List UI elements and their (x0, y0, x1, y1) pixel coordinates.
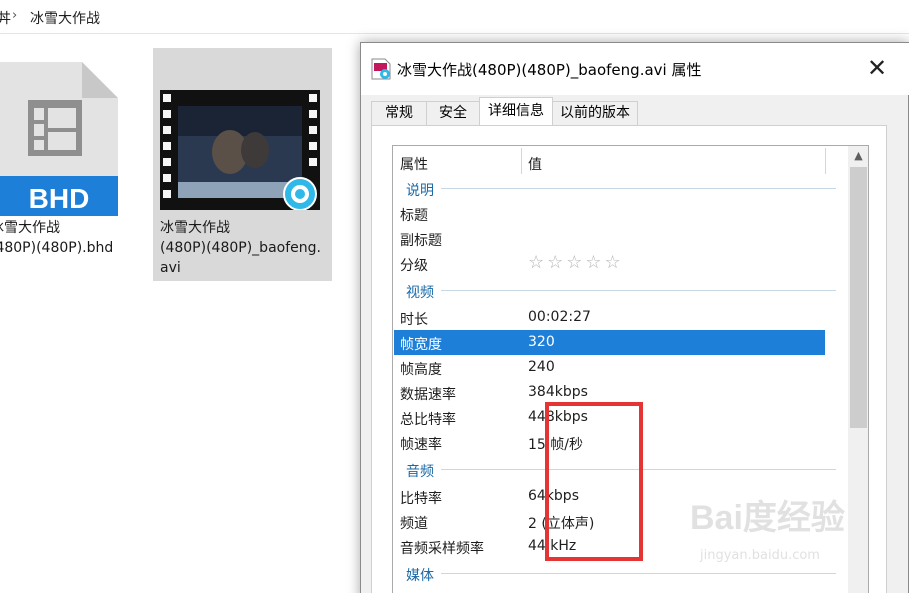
section-title-audio: 音频 (406, 464, 434, 480)
row-label: 音频采样频率 (400, 541, 484, 557)
row-value: 00:02:27 (528, 309, 591, 325)
tab-strip: 常规 安全 详细信息 以前的版本 (361, 95, 909, 126)
row-label: 帧速率 (400, 437, 442, 453)
baidu-watermark: Bai度经验 jingyan.baidu.com (690, 490, 900, 580)
row-label: 频道 (400, 516, 428, 532)
row-frame-width[interactable]: 帧宽度 320 (394, 330, 825, 355)
row-title[interactable]: 标题 (394, 201, 825, 226)
row-label: 帧高度 (400, 362, 442, 378)
breadcrumb-previous[interactable]: 丼 (0, 8, 11, 28)
bhd-file-icon: BHD (0, 62, 118, 216)
star-rating-icon[interactable]: ☆☆☆☆☆ (528, 252, 624, 273)
annotation-highlight-box (545, 402, 643, 561)
column-header-value[interactable]: 值 (528, 154, 542, 174)
watermark-logo: Bai度经验 (690, 499, 845, 537)
breadcrumb-current-folder[interactable]: 冰雪大作战 (30, 8, 100, 28)
tab-security[interactable]: 安全 (426, 101, 480, 125)
column-divider[interactable] (521, 148, 522, 174)
close-button[interactable]: ✕ (857, 53, 897, 85)
scroll-thumb[interactable] (850, 167, 867, 428)
row-label: 标题 (400, 208, 428, 224)
tab-previous-versions[interactable]: 以前的版本 (552, 101, 638, 125)
video-file-icon (371, 58, 391, 80)
row-label: 总比特率 (400, 412, 456, 428)
row-value: 240 (528, 359, 555, 375)
row-value: 320 (528, 334, 555, 350)
tab-details[interactable]: 详细信息 (479, 97, 553, 126)
row-label: 比特率 (400, 491, 442, 507)
file-name: 冰雪大作战 (480P)(480P).bhd (0, 220, 114, 256)
dialog-titlebar[interactable]: 冰雪大作战(480P)(480P)_baofeng.avi 属性 ✕ (361, 43, 909, 95)
row-label: 分级 (400, 258, 428, 274)
row-label: 帧宽度 (400, 337, 442, 353)
tab-general[interactable]: 常规 (371, 101, 427, 125)
row-duration[interactable]: 时长 00:02:27 (394, 305, 825, 330)
section-title-video: 视频 (406, 285, 434, 301)
file-item-bhd[interactable]: BHD 冰雪大作战 (480P)(480P).bhd (0, 48, 130, 268)
chevron-right-icon[interactable]: › (12, 8, 17, 23)
scroll-up-icon[interactable]: ▲ (848, 146, 868, 166)
section-divider (441, 188, 836, 189)
column-divider[interactable] (825, 148, 826, 174)
list-header: 属性 值 (393, 146, 848, 176)
bhd-icon-label: BHD (29, 183, 90, 214)
row-label: 副标题 (400, 233, 442, 249)
row-value: 384kbps (528, 384, 588, 400)
section-title-description: 说明 (406, 183, 434, 199)
file-name: 冰雪大作战 (480P)(480P)_baofeng. avi (160, 220, 321, 276)
section-divider (441, 290, 836, 291)
row-label: 时长 (400, 312, 428, 328)
watermark-url: jingyan.baidu.com (700, 548, 820, 563)
column-header-property[interactable]: 属性 (400, 154, 428, 174)
row-subtitle[interactable]: 副标题 (394, 226, 825, 251)
row-frame-height[interactable]: 帧高度 240 (394, 355, 825, 380)
close-icon: ✕ (866, 54, 888, 82)
section-title-media: 媒体 (406, 568, 434, 584)
video-thumbnail-icon (160, 90, 320, 210)
file-item-avi[interactable]: 冰雪大作战 (480P)(480P)_baofeng. avi (153, 48, 332, 281)
row-label: 数据速率 (400, 387, 456, 403)
address-breadcrumb: 丼 › 冰雪大作战 (0, 0, 909, 34)
dialog-title: 冰雪大作战(480P)(480P)_baofeng.avi 属性 (397, 61, 702, 79)
row-rating[interactable]: 分级 ☆☆☆☆☆ (394, 251, 825, 276)
